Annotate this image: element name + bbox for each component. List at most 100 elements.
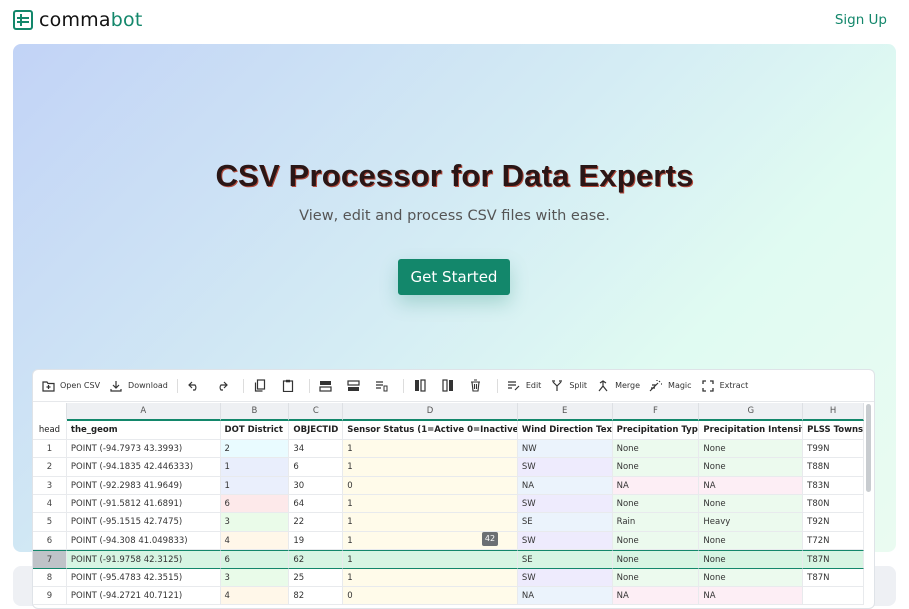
column-header[interactable]: Precipitation Intensity [699, 421, 804, 440]
copy-button[interactable] [253, 379, 272, 393]
column-header[interactable]: OBJECTID [289, 421, 344, 440]
column-letter-c[interactable]: C [289, 403, 344, 422]
column-letter-e[interactable]: E [517, 403, 613, 422]
row-number[interactable]: 2 [33, 458, 67, 477]
table-cell[interactable]: POINT (-94.7973 43.3993) [66, 439, 221, 459]
table-cell[interactable]: None [699, 439, 804, 459]
undo-button[interactable] [187, 379, 206, 393]
table-cell[interactable]: NA [612, 586, 700, 606]
table-cell[interactable]: Heavy [699, 513, 804, 532]
table-cell[interactable]: 19 [289, 531, 344, 551]
table-cell[interactable]: SW [517, 568, 613, 587]
table-row[interactable]: 8 POINT (-95.4783 42.3515) 3 25 1 SW None None T… [33, 568, 865, 587]
table-cell[interactable]: POINT (-95.4783 42.3515) [66, 568, 221, 587]
logo[interactable]: commabot [13, 9, 142, 31]
table-cell[interactable]: None [699, 494, 804, 514]
table-cell[interactable]: 1 [220, 476, 290, 495]
table-cell[interactable]: SW [517, 458, 613, 477]
table-cell[interactable]: NA [517, 476, 613, 495]
table-cell[interactable]: Rain [612, 513, 700, 532]
row-number[interactable]: 4 [33, 494, 67, 514]
table-cell[interactable]: None [699, 458, 804, 477]
table-cell[interactable]: 4 [220, 586, 290, 606]
table-row[interactable]: 2 POINT (-94.1835 42.446333) 1 6 1 SW None None… [33, 458, 865, 477]
table-cell[interactable]: 1 [220, 458, 290, 477]
table-row[interactable]: 5 POINT (-95.1515 42.7475) 3 22 1 SE Rain Heavy… [33, 513, 865, 532]
table-cell[interactable]: T87N [803, 568, 865, 587]
table-cell[interactable]: POINT (-91.9758 42.3125) [66, 550, 221, 569]
column-letter-d[interactable]: D [343, 403, 518, 422]
paste-button[interactable] [281, 379, 300, 393]
table-cell[interactable]: None [612, 458, 700, 477]
get-started-button[interactable]: Get Started [398, 259, 510, 295]
table-cell[interactable]: T87N [803, 550, 865, 569]
table-cell[interactable]: 1 [343, 494, 518, 514]
table-cell[interactable]: None [612, 550, 700, 569]
table-cell[interactable]: POINT (-91.5812 41.6891) [66, 494, 221, 514]
delete-row-button[interactable] [375, 379, 394, 393]
table-cell[interactable]: 1 [343, 550, 518, 569]
edit-button[interactable]: Edit [507, 379, 541, 393]
column-letter-a[interactable]: A [66, 403, 221, 422]
merge-button[interactable]: Merge [596, 379, 640, 393]
table-cell[interactable]: POINT (-95.1515 42.7475) [66, 513, 221, 532]
table-cell[interactable]: 1 [343, 458, 518, 477]
table-cell[interactable]: NA [517, 586, 613, 606]
row-number[interactable]: 8 [33, 568, 67, 587]
row-number[interactable]: 6 [33, 531, 67, 551]
download-button[interactable]: Download [109, 379, 168, 393]
sign-up-link[interactable]: Sign Up [835, 12, 887, 28]
table-cell[interactable]: 3 [220, 513, 290, 532]
table-cell[interactable]: None [699, 531, 804, 551]
table-cell[interactable]: 6 [289, 458, 344, 477]
split-button[interactable]: Split [550, 379, 587, 393]
table-cell[interactable]: 3 [220, 568, 290, 587]
table-cell[interactable]: None [612, 531, 700, 551]
table-cell[interactable]: T83N [803, 476, 865, 495]
table-cell[interactable]: 25 [289, 568, 344, 587]
table-row[interactable]: 6 POINT (-94.308 41.049833) 4 19 1 SW None None… [33, 531, 865, 551]
table-cell[interactable]: T99N [803, 439, 865, 459]
table-cell[interactable]: 82 [289, 586, 344, 606]
magic-button[interactable]: Magic [649, 379, 692, 393]
table-cell[interactable]: 6 [220, 494, 290, 514]
table-cell[interactable]: None [612, 568, 700, 587]
table-cell[interactable]: NW [517, 439, 613, 459]
table-cell[interactable]: 64 [289, 494, 344, 514]
row-number[interactable]: 5 [33, 513, 67, 532]
table-cell[interactable]: SW [517, 531, 613, 551]
column-letter-g[interactable]: G [699, 403, 804, 422]
table-row[interactable]: 7 POINT (-91.9758 42.3125) 6 62 1 SE None None T… [33, 550, 865, 569]
row-number[interactable]: 3 [33, 476, 67, 495]
data-grid[interactable]: A B C D E F G Hhead the_geom DOT District OBJECTID… [33, 403, 865, 606]
table-cell[interactable]: None [699, 568, 804, 587]
table-cell[interactable]: POINT (-94.1835 42.446333) [66, 458, 221, 477]
delete-column-button[interactable] [469, 379, 488, 393]
vertical-scrollbar[interactable] [866, 404, 871, 492]
table-cell[interactable]: T88N [803, 458, 865, 477]
column-header[interactable]: Precipitation Type [612, 421, 700, 440]
table-cell[interactable]: POINT (-94.308 41.049833) [66, 531, 221, 551]
redo-button[interactable] [215, 379, 234, 393]
table-cell[interactable]: SW [517, 494, 613, 514]
column-header[interactable]: PLSS Township [803, 421, 865, 440]
table-row[interactable]: 3 POINT (-92.2983 41.9649) 1 30 0 NA NA NA T83N [33, 476, 865, 495]
column-letter-f[interactable]: F [612, 403, 700, 422]
column-header[interactable]: Wind Direction Text [517, 421, 613, 440]
table-cell[interactable]: 30 [289, 476, 344, 495]
table-row[interactable]: 1 POINT (-94.7973 43.3993) 2 34 1 NW None None T… [33, 439, 865, 459]
table-cell[interactable]: NA [699, 476, 804, 495]
column-header[interactable]: Sensor Status (1=Active 0=Inactive) [343, 421, 518, 440]
insert-column-right-button[interactable] [441, 379, 460, 393]
column-letter-b[interactable]: B [220, 403, 290, 422]
row-number[interactable]: 7 [33, 550, 67, 569]
extract-button[interactable]: Extract [701, 379, 748, 393]
table-cell[interactable]: 2 [220, 439, 290, 459]
table-cell[interactable]: POINT (-92.2983 41.9649) [66, 476, 221, 495]
table-cell[interactable]: 34 [289, 439, 344, 459]
table-cell[interactable]: 0 [343, 476, 518, 495]
table-cell[interactable]: 1 [343, 439, 518, 459]
column-header[interactable]: the_geom [66, 421, 221, 440]
table-cell[interactable]: T72N [803, 531, 865, 551]
table-cell[interactable]: 0 [343, 586, 518, 606]
